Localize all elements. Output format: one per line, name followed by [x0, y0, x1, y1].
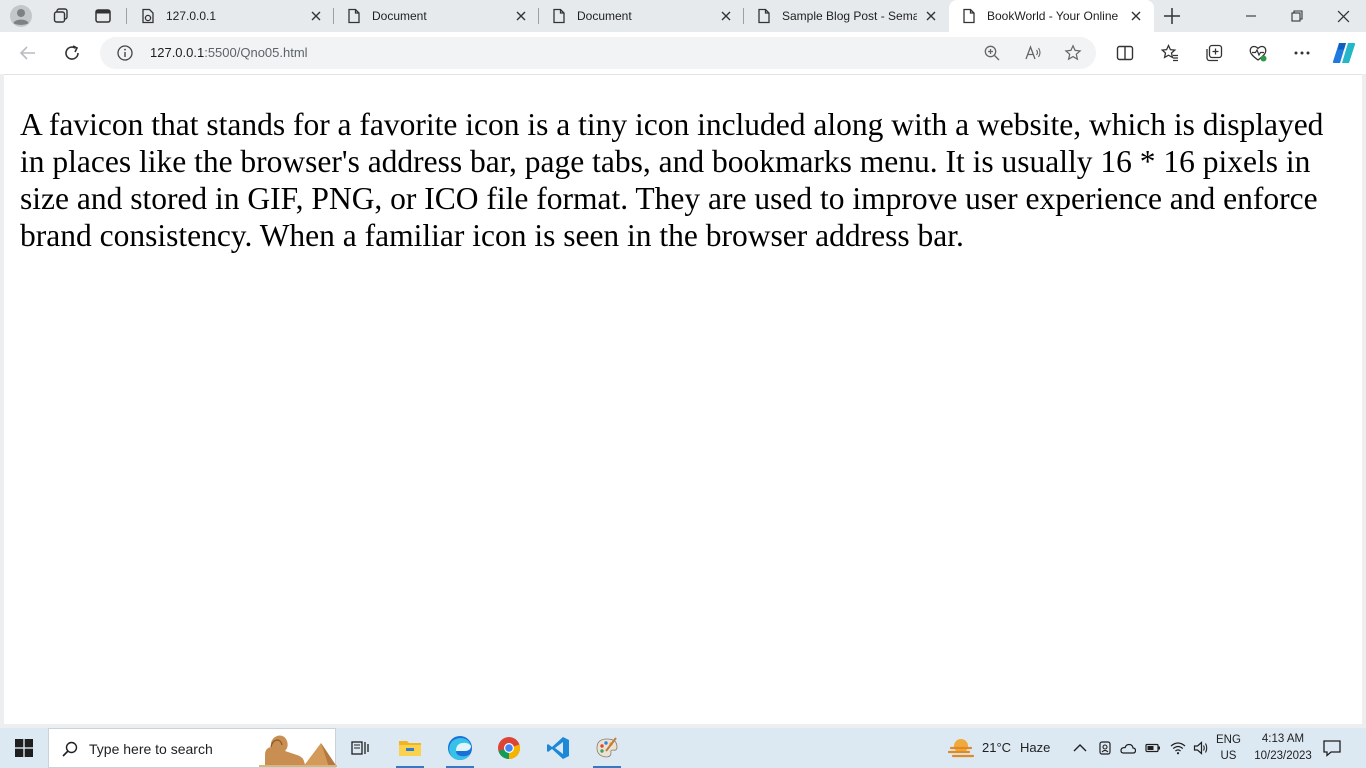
page-viewport: A favicon that stands for a favorite ico…: [4, 74, 1362, 724]
zoom-icon[interactable]: [983, 44, 1001, 62]
heart-pulse-icon: [1249, 45, 1267, 62]
tab-label: 127.0.0.1: [166, 9, 217, 23]
minimize-icon: [1246, 15, 1256, 17]
file-explorer-button[interactable]: [386, 728, 434, 768]
weather-temperature[interactable]: 21°C: [982, 740, 1011, 755]
tab-5-active[interactable]: BookWorld - Your Online E: [949, 0, 1154, 32]
tab-4[interactable]: Sample Blog Post - Seman: [744, 0, 949, 32]
favorites-icon: [1160, 43, 1178, 62]
chrome-button[interactable]: [485, 728, 533, 768]
close-icon: [1337, 10, 1349, 22]
close-icon[interactable]: [923, 8, 939, 24]
tab-separator: [126, 8, 127, 24]
url-text[interactable]: 127.0.0.1:5500/Qno05.html: [150, 45, 308, 60]
address-bar[interactable]: 127.0.0.1:5500/Qno05.html: [100, 37, 1096, 69]
window-frame-right: [1362, 74, 1366, 724]
collections-button[interactable]: [1203, 42, 1225, 64]
back-button[interactable]: [17, 42, 39, 64]
weather-haze-icon[interactable]: [948, 736, 974, 760]
chrome-icon: [498, 737, 521, 760]
settings-more-button[interactable]: [1291, 42, 1313, 64]
tab-3[interactable]: Document: [539, 0, 744, 32]
tab-label: Document: [577, 9, 632, 23]
copilot-icon: [1332, 43, 1356, 63]
onedrive-cloud-icon[interactable]: [1120, 740, 1136, 756]
more-dots-icon: [1294, 51, 1310, 55]
search-highlight-sphinx-icon: [259, 735, 337, 767]
paint-palette-icon: [596, 737, 618, 758]
restore-icon: [1291, 10, 1303, 22]
tab-label: BookWorld - Your Online E: [987, 9, 1122, 23]
system-clock[interactable]: 4:13 AM 10/23/2023: [1250, 731, 1316, 765]
chevron-up-icon[interactable]: [1072, 740, 1088, 756]
windows-logo-icon: [15, 739, 33, 757]
vscode-button[interactable]: [534, 728, 582, 768]
tab-1[interactable]: 127.0.0.1: [128, 0, 334, 32]
page-icon: [348, 8, 360, 24]
taskbar: Type here to search 21°C Haze ENG US 4:1…: [0, 728, 1366, 768]
close-icon[interactable]: [718, 8, 734, 24]
favorites-button[interactable]: [1159, 42, 1181, 64]
meet-now-icon[interactable]: [1097, 740, 1113, 756]
language-code: ENG: [1216, 734, 1241, 746]
search-icon: [62, 741, 78, 757]
minimize-button[interactable]: [1228, 0, 1274, 32]
start-button[interactable]: [0, 728, 48, 768]
task-view-icon: [351, 741, 369, 755]
clock-time: 4:13 AM: [1261, 733, 1305, 745]
tab-2[interactable]: Document: [334, 0, 539, 32]
refresh-button[interactable]: [61, 42, 83, 64]
close-icon[interactable]: [308, 8, 324, 24]
new-tab-plus-icon[interactable]: [1162, 6, 1182, 26]
browser-toolbar: 127.0.0.1:5500/Qno05.html: [0, 32, 1366, 74]
copilot-button[interactable]: [1331, 40, 1357, 66]
wifi-icon[interactable]: [1170, 740, 1186, 756]
body-paragraph: A favicon that stands for a favorite ico…: [20, 107, 1324, 253]
folder-icon: [399, 741, 421, 756]
restore-button[interactable]: [1274, 0, 1320, 32]
refresh-icon: [65, 45, 79, 60]
task-view-button[interactable]: [336, 728, 384, 768]
close-window-button[interactable]: [1320, 0, 1366, 32]
search-placeholder: Type here to search: [89, 741, 213, 757]
paint-app-button[interactable]: [583, 728, 631, 768]
edge-browser-button[interactable]: [436, 728, 484, 768]
notifications-icon[interactable]: [1322, 738, 1342, 758]
url-path: :5500/Qno05.html: [204, 45, 308, 60]
back-arrow-icon: [19, 46, 35, 60]
site-info-icon[interactable]: [116, 44, 134, 62]
clock-date: 10/23/2023: [1254, 750, 1312, 762]
profile-avatar-icon[interactable]: [10, 5, 32, 27]
tab-label: Document: [372, 9, 427, 23]
input-language[interactable]: ENG US: [1216, 732, 1241, 764]
battery-icon[interactable]: [1145, 740, 1161, 756]
page-icon: [963, 8, 975, 24]
page-icon: [553, 8, 565, 24]
close-icon[interactable]: [513, 8, 529, 24]
split-screen-button[interactable]: [1114, 42, 1136, 64]
workspaces-icon[interactable]: [52, 7, 70, 25]
edge-icon: [448, 736, 472, 760]
close-icon[interactable]: [1128, 8, 1144, 24]
region-code: US: [1220, 750, 1237, 762]
browser-essentials-button[interactable]: [1247, 42, 1269, 64]
tab-strip: 127.0.0.1 Document Document Sample Blog …: [0, 0, 1366, 32]
page-icon: [758, 8, 770, 24]
tab-actions-icon[interactable]: [94, 7, 112, 25]
favorite-star-icon[interactable]: [1064, 44, 1082, 62]
collections-icon: [1206, 44, 1223, 62]
volume-icon[interactable]: [1193, 740, 1209, 756]
read-aloud-icon[interactable]: [1024, 44, 1042, 62]
split-screen-icon: [1116, 45, 1134, 61]
vscode-icon: [547, 737, 569, 759]
taskbar-search-box[interactable]: Type here to search: [48, 728, 337, 768]
loading-page-icon: [142, 8, 154, 24]
url-host: 127.0.0.1: [150, 45, 205, 60]
weather-condition[interactable]: Haze: [1020, 740, 1050, 755]
tab-label: Sample Blog Post - Seman: [782, 9, 917, 23]
